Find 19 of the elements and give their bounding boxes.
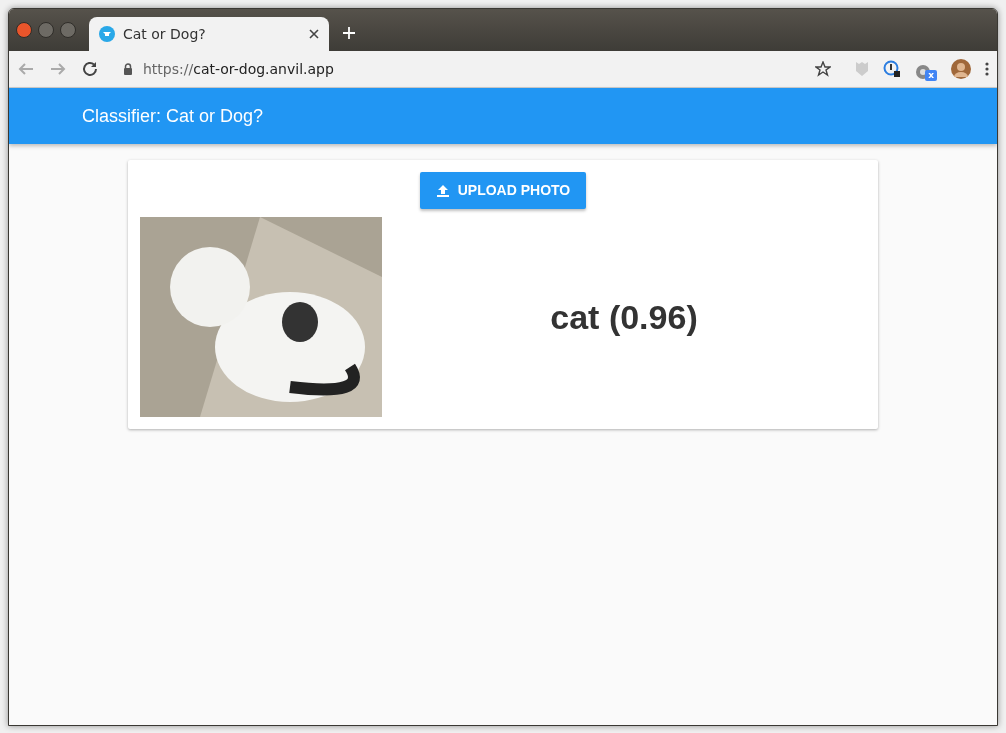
url-text: https://cat-or-dog.anvil.app: [143, 59, 334, 79]
extension-badge: x: [925, 70, 937, 81]
maximize-window-button[interactable]: [60, 22, 76, 38]
minimize-window-button[interactable]: [38, 22, 54, 38]
anvil-icon: [99, 26, 115, 42]
avatar-icon[interactable]: [951, 59, 971, 79]
tab-title: Cat or Dog?: [123, 24, 207, 44]
upload-icon: [435, 183, 450, 198]
close-tab-icon[interactable]: [309, 29, 319, 39]
lock-icon: [123, 63, 133, 75]
close-window-button[interactable]: [16, 22, 32, 38]
password-lock-icon[interactable]: [883, 60, 901, 78]
menu-icon[interactable]: [985, 62, 989, 76]
browser-tab[interactable]: Cat or Dog?: [89, 17, 329, 51]
classification-result: cat (0.96): [550, 296, 698, 338]
new-tab-icon[interactable]: [343, 27, 355, 39]
star-icon[interactable]: [815, 61, 831, 77]
reload-icon[interactable]: [81, 60, 99, 78]
app-title: Classifier: Cat or Dog?: [82, 104, 264, 128]
